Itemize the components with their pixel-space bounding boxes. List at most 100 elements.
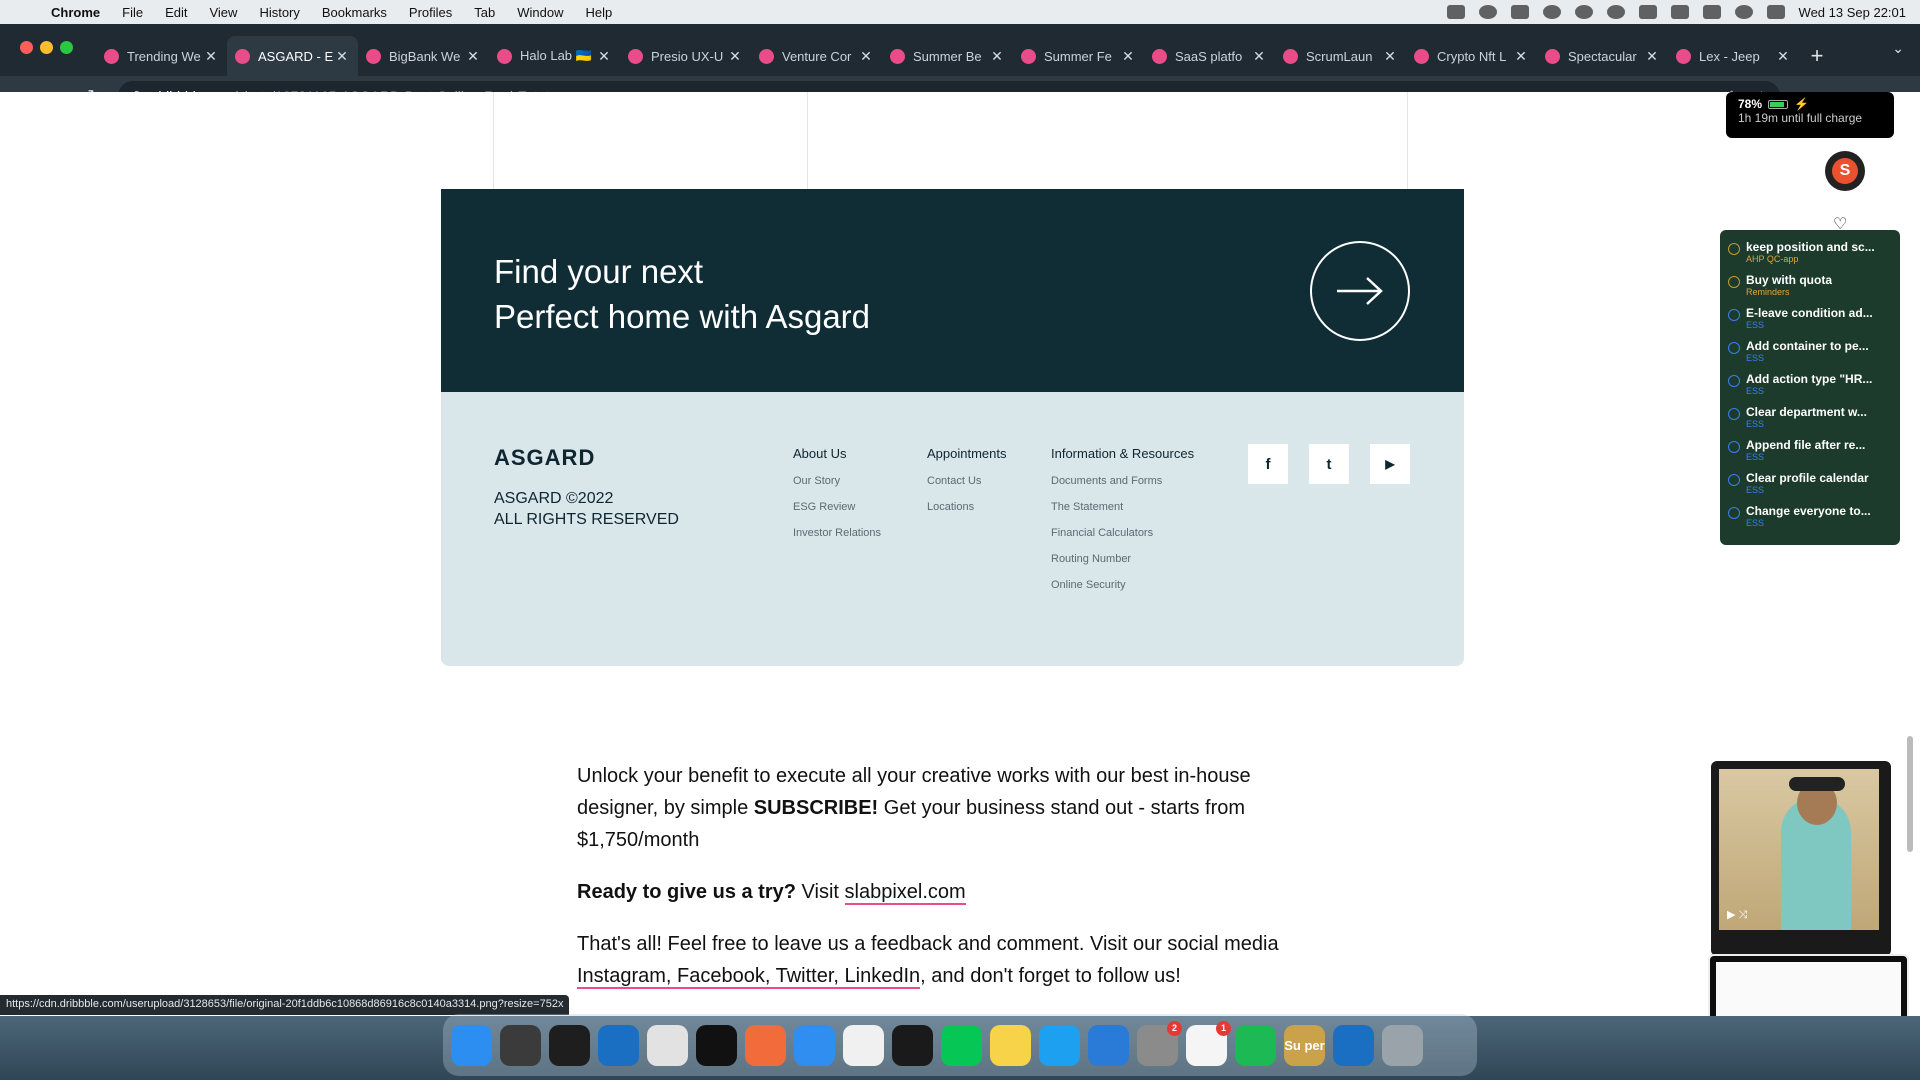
reminder-item[interactable]: Clear profile calendar ESS (1728, 471, 1892, 504)
menu-history[interactable]: History (248, 5, 310, 20)
picture-in-picture-video[interactable]: ▶ ⤨ (1711, 761, 1891, 956)
footer-link[interactable]: The Statement (1051, 501, 1194, 513)
display-icon[interactable] (1510, 5, 1529, 19)
launchpad-icon[interactable] (500, 1024, 541, 1066)
close-tab-icon[interactable]: ✕ (1513, 48, 1529, 65)
reminder-item[interactable]: Clear department w... ESS (1728, 405, 1892, 438)
new-tab-button[interactable]: + (1799, 36, 1835, 76)
close-tab-icon[interactable]: ✕ (1120, 48, 1136, 65)
reminder-checkbox[interactable] (1728, 276, 1740, 288)
browser-tab[interactable]: ASGARD - E ✕ (227, 36, 358, 76)
app-store-icon[interactable] (1039, 1024, 1080, 1066)
close-tab-icon[interactable]: ✕ (1775, 48, 1791, 65)
xcode-icon[interactable] (1088, 1024, 1129, 1066)
tab-search-icon[interactable]: ⌄ (1892, 40, 1904, 57)
browser-tab[interactable]: ScrumLaun ✕ (1275, 36, 1406, 76)
reminder-item[interactable]: Buy with quota Reminders (1728, 273, 1892, 306)
skype-icon[interactable] (1478, 5, 1497, 19)
video-controls[interactable]: ▶ ⤨ (1727, 908, 1747, 922)
reminder-item[interactable]: Append file after re... ESS (1728, 438, 1892, 471)
footer-link[interactable]: ESG Review (793, 501, 881, 513)
footer-link[interactable]: Online Security (1051, 579, 1194, 591)
spotlight-search-icon[interactable] (1734, 5, 1753, 19)
reminder-item[interactable]: E-leave condition ad... ESS (1728, 306, 1892, 339)
notes-icon[interactable] (990, 1024, 1031, 1066)
browser-tab[interactable]: Trending We ✕ (96, 36, 227, 76)
social-links[interactable]: Instagram, Facebook, Twitter, LinkedIn (577, 965, 921, 989)
close-tab-icon[interactable]: ✕ (1251, 48, 1267, 65)
arrow-right-icon[interactable] (1310, 241, 1410, 341)
slabpixel-link[interactable]: slabpixel.com (844, 881, 966, 905)
reminder-item[interactable]: Add container to pe... ESS (1728, 339, 1892, 372)
menubar-clock[interactable]: Wed 13 Sep 22:01 (1799, 5, 1906, 20)
line-icon[interactable] (941, 1024, 982, 1066)
reminder-checkbox[interactable] (1728, 243, 1740, 255)
twitter-icon[interactable]: t (1309, 444, 1349, 484)
pencil-app-icon[interactable] (745, 1024, 786, 1066)
reminder-checkbox[interactable] (1728, 507, 1740, 519)
close-tab-icon[interactable]: ✕ (596, 48, 612, 65)
close-tab-icon[interactable]: ✕ (858, 48, 874, 65)
menu-tab[interactable]: Tab (463, 5, 506, 20)
trash-icon[interactable] (1382, 1024, 1423, 1066)
close-tab-icon[interactable]: ✕ (334, 48, 350, 65)
close-tab-icon[interactable]: ✕ (1382, 48, 1398, 65)
close-tab-icon[interactable]: ✕ (203, 48, 219, 65)
menu-help[interactable]: Help (575, 5, 624, 20)
youtube-icon[interactable]: ▶ (1370, 444, 1410, 484)
activity-monitor-icon[interactable] (892, 1024, 933, 1066)
menu-edit[interactable]: Edit (154, 5, 198, 20)
footer-link[interactable]: Documents and Forms (1051, 475, 1194, 487)
menu-bookmarks[interactable]: Bookmarks (311, 5, 398, 20)
terminal-icon[interactable] (696, 1024, 737, 1066)
browser-tab[interactable]: Halo Lab 🇺🇦 ✕ (489, 36, 620, 76)
vscode-icon[interactable] (598, 1024, 639, 1066)
headphones-icon[interactable] (1574, 5, 1593, 19)
browser-tab[interactable]: SaaS platfo ✕ (1144, 36, 1275, 76)
finder-icon[interactable] (451, 1024, 492, 1066)
page-scrollbar[interactable] (1907, 736, 1913, 852)
menu-app-name[interactable]: Chrome (40, 5, 111, 20)
browser-tab[interactable]: Summer Be ✕ (882, 36, 1013, 76)
menu-window[interactable]: Window (506, 5, 574, 20)
brave-icon[interactable] (843, 1024, 884, 1066)
browser-tab[interactable]: Summer Fe ✕ (1013, 36, 1144, 76)
close-tab-icon[interactable]: ✕ (989, 48, 1005, 65)
reminder-checkbox[interactable] (1728, 375, 1740, 387)
vpn-icon[interactable] (1542, 5, 1561, 19)
browser-tab[interactable]: Presio UX-U ✕ (620, 36, 751, 76)
footer-link[interactable]: Investor Relations (793, 527, 881, 539)
menu-file[interactable]: File (111, 5, 154, 20)
spotify-icon[interactable] (1235, 1024, 1276, 1066)
browser-tab[interactable]: Spectacular ✕ (1537, 36, 1668, 76)
zoom-window-button[interactable] (60, 41, 73, 54)
browser-tab[interactable]: Crypto Nft L ✕ (1406, 36, 1537, 76)
status-extension-icon[interactable] (1446, 5, 1465, 19)
browser-tab[interactable]: BigBank We ✕ (358, 36, 489, 76)
reminders-icon[interactable]: 1 (1186, 1020, 1231, 1066)
control-center-icon[interactable] (1766, 5, 1785, 19)
safari-icon[interactable] (794, 1024, 835, 1066)
reminder-checkbox[interactable] (1728, 474, 1740, 486)
widget-app-icon[interactable]: S (1825, 151, 1865, 191)
menu-profiles[interactable]: Profiles (398, 5, 463, 20)
reminder-item[interactable]: Change everyone to... ESS (1728, 504, 1892, 537)
browser-tab[interactable]: Lex - Jeep ✕ (1668, 36, 1799, 76)
footer-link[interactable]: Financial Calculators (1051, 527, 1194, 539)
footer-link[interactable]: Locations (927, 501, 1007, 513)
footer-link[interactable]: Contact Us (927, 475, 1007, 487)
close-tab-icon[interactable]: ✕ (1644, 48, 1660, 65)
figma-icon[interactable] (549, 1024, 590, 1066)
facebook-icon[interactable]: f (1248, 444, 1288, 484)
close-window-button[interactable] (20, 41, 33, 54)
browser-tab[interactable]: Venture Cor ✕ (751, 36, 882, 76)
chrome-icon[interactable] (647, 1024, 688, 1066)
reminder-checkbox[interactable] (1728, 441, 1740, 453)
super-icon[interactable]: Su per (1284, 1024, 1325, 1066)
menu-view[interactable]: View (198, 5, 248, 20)
system-settings-icon[interactable]: 2 (1137, 1020, 1182, 1066)
wifi-icon[interactable] (1702, 5, 1721, 19)
play-icon[interactable] (1606, 5, 1625, 19)
footer-link[interactable]: Our Story (793, 475, 881, 487)
reminder-item[interactable]: keep position and sc... AHP QC-app (1728, 240, 1892, 273)
